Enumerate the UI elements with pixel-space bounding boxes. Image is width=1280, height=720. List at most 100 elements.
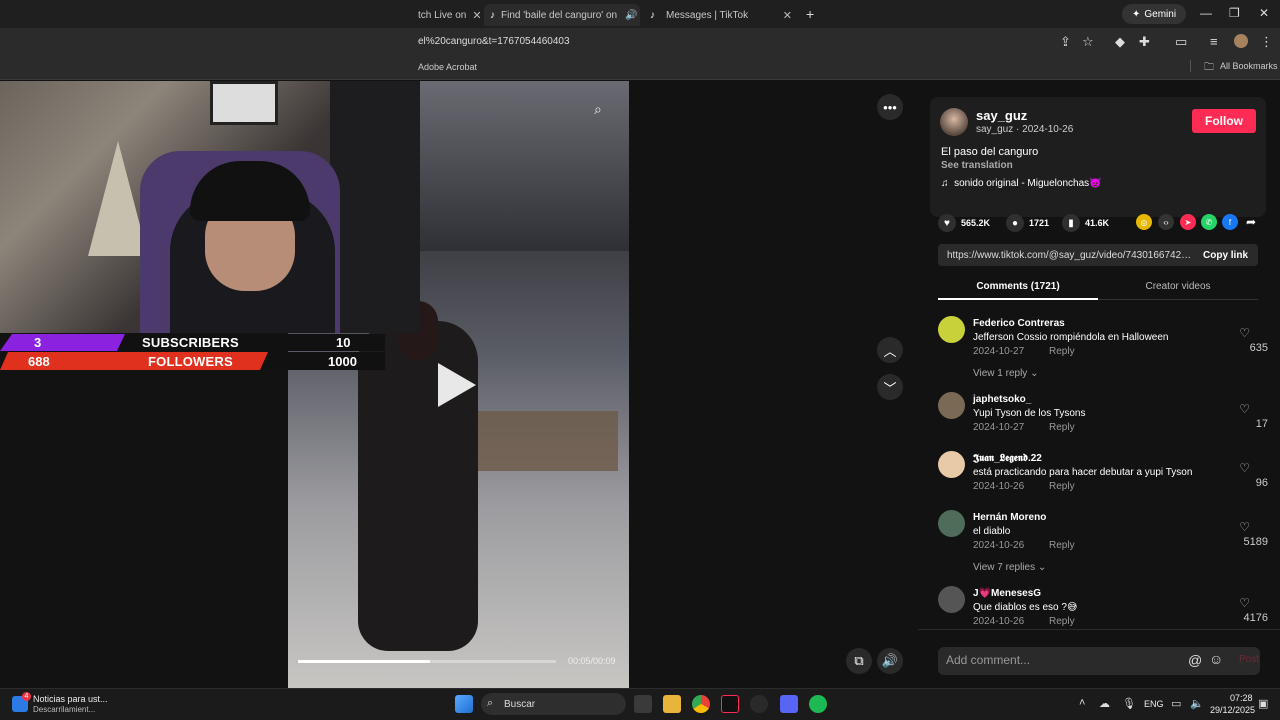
copy-link-button[interactable]: Copy link <box>1203 250 1248 261</box>
commenter-avatar[interactable] <box>938 586 965 613</box>
author-avatar[interactable] <box>940 108 968 136</box>
whatsapp-icon[interactable]: ✆ <box>1201 214 1217 230</box>
heart-outline-icon[interactable]: ♡ <box>1239 326 1250 340</box>
clock-time[interactable]: 07:28 <box>1230 693 1253 703</box>
commenter-avatar[interactable] <box>938 510 965 537</box>
restore-icon[interactable]: ❐ <box>1229 6 1240 20</box>
more-options-icon[interactable]: ••• <box>877 94 903 120</box>
follow-button[interactable]: Follow <box>1192 109 1256 133</box>
url-field[interactable]: el%20canguro&t=1767054460403 <box>418 36 570 47</box>
next-video-chevron-down-icon[interactable]: ﹀ <box>877 374 903 400</box>
heart-outline-icon[interactable]: ♡ <box>1239 520 1250 534</box>
language-indicator[interactable]: ENG <box>1144 699 1164 709</box>
followers-label: FOLLOWERS <box>148 354 233 369</box>
music-title: sonido original - Miguelonchas👿 <box>954 178 1102 189</box>
commenter-name[interactable]: Hernán Moreno <box>973 512 1046 523</box>
coin-share-icon[interactable]: ◎ <box>1136 214 1152 230</box>
commenter-avatar[interactable] <box>938 451 965 478</box>
video-link[interactable]: https://www.tiktok.com/@say_guz/video/74… <box>947 250 1192 261</box>
obs-icon[interactable] <box>750 695 768 713</box>
post-comment-button[interactable]: Post <box>1239 654 1259 665</box>
news-title[interactable]: Noticias para ust... <box>33 694 108 704</box>
network-icon[interactable]: ▭ <box>1171 697 1181 710</box>
chevron-up-icon[interactable]: ˄ <box>1079 697 1085 709</box>
save-count: 41.6K <box>1085 218 1110 228</box>
file-explorer-icon[interactable] <box>663 695 681 713</box>
comment-text: Que diablos es eso ?😅 <box>973 602 1078 613</box>
cloud-icon[interactable]: ☁ <box>1099 697 1110 710</box>
commenter-name[interactable]: 𝕵𝖚𝖆𝖓_𝕷𝖊𝖌𝖊𝖓𝖉.22 <box>973 453 1042 464</box>
facebook-icon[interactable]: f <box>1222 214 1238 230</box>
comment-item: J💗MenesesG Que diablos es eso ?😅 2024-10… <box>938 586 1268 627</box>
volume-tray-icon[interactable]: 🔈 <box>1190 697 1204 710</box>
tab-tiktok-search[interactable]: ♪ Find 'baile del canguro' on 🔊 ✕ <box>484 4 640 26</box>
microphone-icon[interactable]: 🎙 <box>1122 697 1136 710</box>
install-app-icon[interactable]: ⇪ <box>1060 34 1071 50</box>
more-vert-icon[interactable]: ⋮ <box>1260 34 1273 50</box>
cast-icon[interactable]: ▭ <box>1175 34 1187 50</box>
media-controls-icon[interactable]: ≡ <box>1210 34 1218 49</box>
comment-date: 2024-10-26 <box>973 481 1025 492</box>
share-arrow-icon[interactable]: ➦ <box>1243 214 1259 230</box>
commenter-name[interactable]: J💗MenesesG <box>973 588 1041 599</box>
save-button[interactable]: ▮ 41.6K <box>1062 214 1109 232</box>
embed-icon[interactable]: ‹› <box>1158 214 1174 230</box>
bookmark-acrobat[interactable]: Adobe Acrobat <box>418 62 477 72</box>
see-translation-link[interactable]: See translation <box>941 160 1013 171</box>
commenter-name[interactable]: japhetsoko_ <box>973 394 1031 405</box>
commenter-avatar[interactable] <box>938 392 965 419</box>
tab-twitch[interactable]: tch Live on ✕ <box>418 4 480 26</box>
extensions-puzzle-icon[interactable]: ✚ <box>1139 34 1150 50</box>
heart-outline-icon[interactable]: ♡ <box>1239 596 1250 610</box>
reply-link[interactable]: Reply <box>1049 422 1075 433</box>
tab-tiktok-messages[interactable]: ♪ Messages | TikTok ✕ <box>644 4 798 26</box>
task-view-icon[interactable] <box>634 695 652 713</box>
search-icon[interactable]: ⌕ <box>594 101 602 118</box>
commenter-name[interactable]: Federico Contreras <box>973 318 1065 329</box>
tab-comments[interactable]: Comments (1721) <box>938 276 1098 300</box>
spotify-icon[interactable] <box>809 695 827 713</box>
reply-link[interactable]: Reply <box>1049 616 1075 627</box>
comment-like-count: 5189 <box>1243 536 1268 548</box>
extension-diamond-icon[interactable]: ◆ <box>1115 34 1125 50</box>
windows-start-icon[interactable] <box>455 695 473 713</box>
tab-creator-videos[interactable]: Creator videos <box>1098 276 1258 300</box>
like-button[interactable]: ♥ 565.2K <box>938 214 990 232</box>
play-icon[interactable] <box>438 363 476 407</box>
view-replies-link[interactable]: View 7 replies ⌄ <box>973 562 1046 573</box>
close-icon[interactable]: ✕ <box>466 9 480 22</box>
volume-icon[interactable]: 🔊 <box>877 648 903 674</box>
heart-outline-icon[interactable]: ♡ <box>1239 461 1250 475</box>
tiktok-app-icon[interactable] <box>721 695 739 713</box>
all-bookmarks[interactable]: All Bookmarks <box>1220 61 1278 71</box>
reply-link[interactable]: Reply <box>1049 346 1075 357</box>
close-window-icon[interactable]: ✕ <box>1259 6 1269 20</box>
reply-link[interactable]: Reply <box>1049 540 1075 551</box>
close-icon[interactable]: ✕ <box>777 9 798 22</box>
music-link[interactable]: ♫ sonido original - Miguelonchas👿 <box>941 178 1102 189</box>
reply-link[interactable]: Reply <box>1049 481 1075 492</box>
mention-at-icon[interactable]: @ <box>1188 652 1202 668</box>
clock-date[interactable]: 29/12/2025 <box>1210 705 1255 715</box>
discord-icon[interactable] <box>780 695 798 713</box>
subscribers-label: SUBSCRIBERS <box>142 335 239 350</box>
notification-icon[interactable]: ▣ <box>1258 697 1268 710</box>
heart-outline-icon[interactable]: ♡ <box>1239 402 1250 416</box>
speaker-icon[interactable]: 🔊 <box>625 10 637 21</box>
previous-video-chevron-up-icon[interactable]: ︿ <box>877 337 903 363</box>
minimize-icon[interactable]: — <box>1200 6 1212 20</box>
close-icon[interactable]: ✕ <box>638 9 640 22</box>
new-tab-plus-icon[interactable]: + <box>806 6 814 22</box>
emoji-icon[interactable]: ☺ <box>1209 651 1223 667</box>
taskbar-search[interactable] <box>481 693 626 715</box>
chrome-icon[interactable] <box>692 695 710 713</box>
send-icon[interactable]: ➤ <box>1180 214 1196 230</box>
gemini-button[interactable]: ✦ Gemini <box>1122 4 1187 24</box>
floating-player-icon[interactable]: ⧉ <box>846 648 872 674</box>
bookmark-star-icon[interactable]: ☆ <box>1082 34 1094 50</box>
comment-button[interactable]: ● 1721 <box>1006 214 1049 232</box>
profile-avatar[interactable] <box>1234 34 1248 48</box>
view-replies-link[interactable]: View 1 reply ⌄ <box>973 368 1038 379</box>
author-username[interactable]: say_guz <box>976 108 1027 123</box>
commenter-avatar[interactable] <box>938 316 965 343</box>
